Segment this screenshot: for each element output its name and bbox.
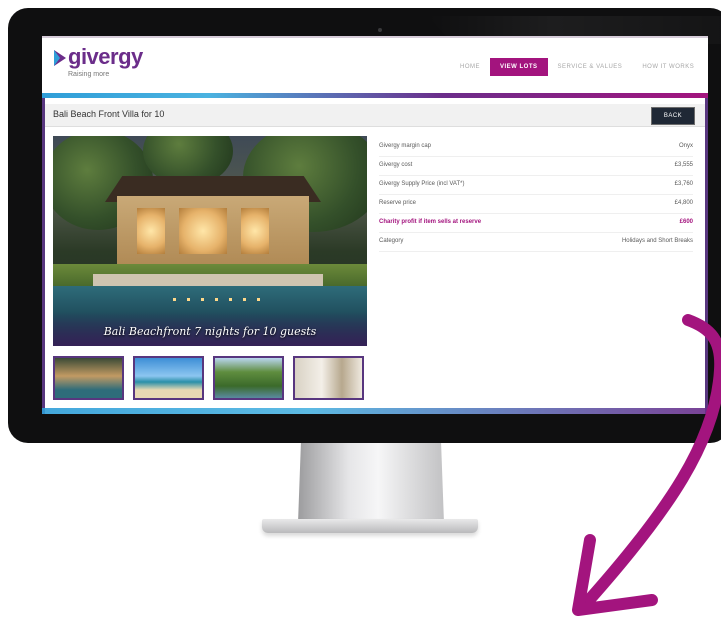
detail-label: Reserve price xyxy=(379,200,417,206)
thumbnail-villa[interactable] xyxy=(53,356,124,400)
detail-value: Holidays and Short Breaks xyxy=(621,238,693,244)
thumbnail-strip xyxy=(53,356,364,400)
detail-value: £3,555 xyxy=(674,162,693,168)
detail-row: Givergy margin cap Onyx xyxy=(379,138,693,157)
detail-label: Givergy cost xyxy=(379,162,413,168)
photo-pool-lights xyxy=(173,298,263,301)
back-button[interactable]: BACK xyxy=(651,107,695,125)
monitor-stand-base xyxy=(262,519,478,533)
logo-text[interactable]: givergy xyxy=(68,44,143,70)
thumbnail-garden[interactable] xyxy=(213,356,284,400)
page-title: Bali Beach Front Villa for 10 xyxy=(53,109,165,119)
detail-value: £4,800 xyxy=(674,200,693,206)
main-nav: HOME VIEW LOTS SERVICE & VALUES HOW IT W… xyxy=(450,58,704,76)
main-lot-photo[interactable]: Bali Beachfront 7 nights for 10 guests xyxy=(53,136,367,346)
detail-label: Category xyxy=(379,238,404,244)
curved-arrow-icon xyxy=(572,314,721,616)
nav-service-values[interactable]: SERVICE & VALUES xyxy=(548,58,633,76)
detail-row: Givergy Supply Price (incl VAT*) £3,760 xyxy=(379,176,693,195)
logo-tagline: Raising more xyxy=(68,71,110,78)
detail-row: Reserve price £4,800 xyxy=(379,195,693,214)
thumbnail-beach[interactable] xyxy=(133,356,204,400)
detail-label: Charity profit if item sells at reserve xyxy=(379,219,482,225)
lot-details-table: Givergy margin cap Onyx Givergy cost £3,… xyxy=(379,138,693,252)
detail-value: £600 xyxy=(679,219,693,225)
photo-window xyxy=(137,208,165,254)
logo-mark-icon[interactable] xyxy=(52,48,68,68)
detail-label: Givergy margin cap xyxy=(379,143,432,149)
nav-view-lots[interactable]: VIEW LOTS xyxy=(490,58,548,76)
detail-label: Givergy Supply Price (incl VAT*) xyxy=(379,181,465,187)
thumbnail-interior[interactable] xyxy=(293,356,364,400)
photo-window xyxy=(179,208,227,254)
nav-how-it-works[interactable]: HOW IT WORKS xyxy=(632,58,704,76)
detail-row: Givergy cost £3,555 xyxy=(379,157,693,176)
detail-value: £3,760 xyxy=(674,181,693,187)
detail-value: Onyx xyxy=(678,143,693,149)
monitor-stand-neck xyxy=(298,443,444,523)
nav-home[interactable]: HOME xyxy=(450,58,490,76)
photo-caption: Bali Beachfront 7 nights for 10 guests xyxy=(103,325,317,338)
detail-row: Category Holidays and Short Breaks xyxy=(379,233,693,252)
photo-window xyxy=(241,208,269,254)
title-bar: Bali Beach Front Villa for 10 BACK xyxy=(45,104,705,127)
camera-dot xyxy=(378,28,382,32)
detail-row-charity-profit: Charity profit if item sells at reserve … xyxy=(379,214,693,233)
site-header: givergy Raising more HOME VIEW LOTS SERV… xyxy=(42,38,708,94)
